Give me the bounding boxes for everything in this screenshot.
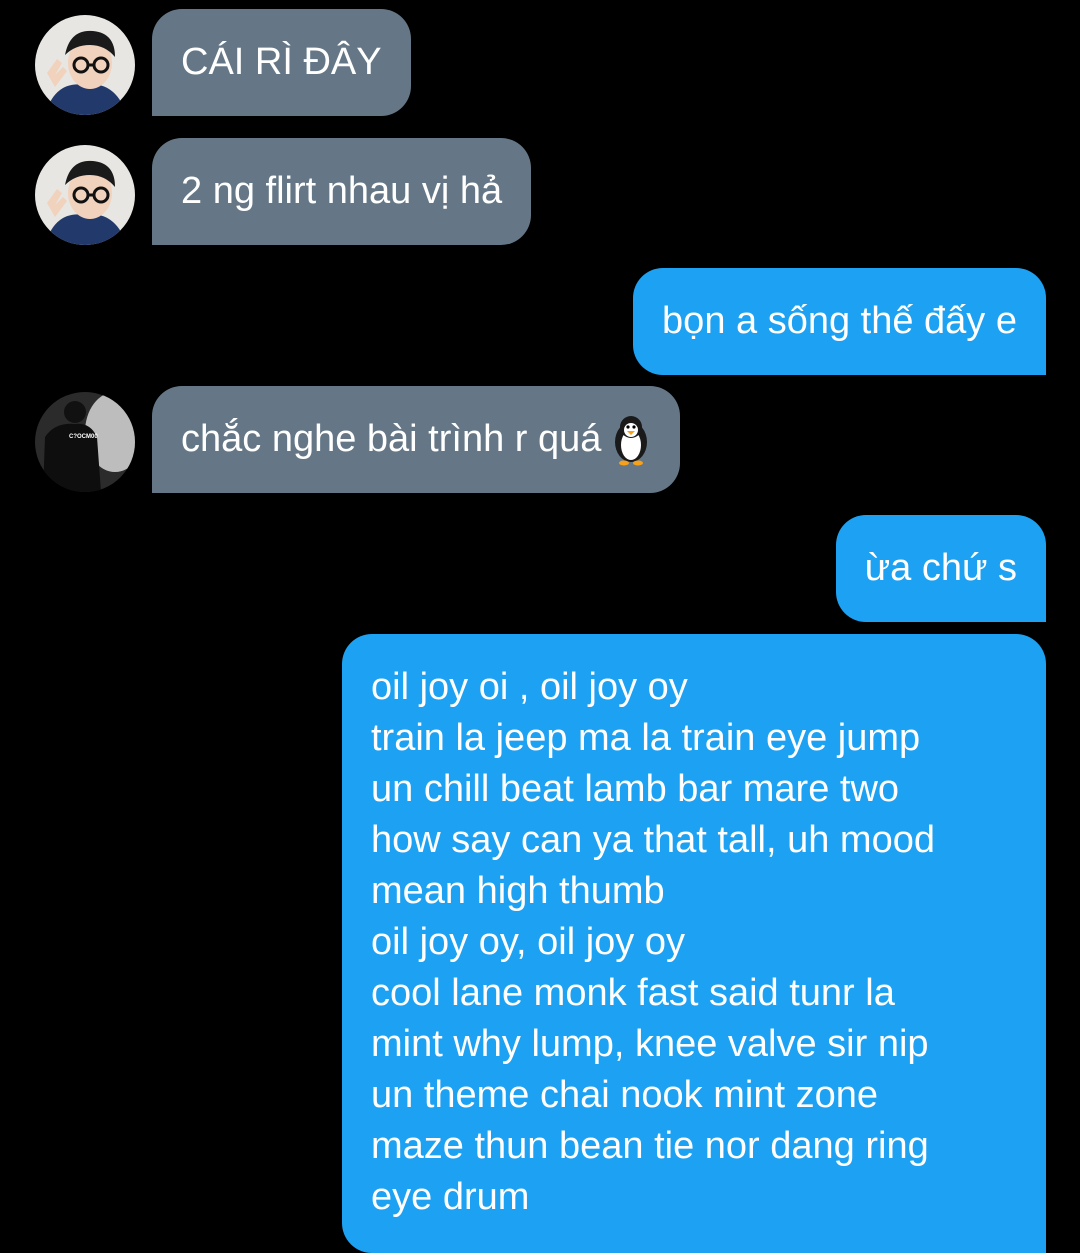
lyric-line: oil joy oi , oil joy oy [371, 666, 688, 708]
lyric-line: train la jeep ma la train eye jump [371, 717, 921, 759]
message-text: chắc nghe bài trình r quá [181, 418, 602, 460]
lyric-line: eye drum [371, 1176, 530, 1218]
message-text: CÁI RÌ ĐÂY [181, 41, 382, 83]
avatar-sender-1[interactable] [35, 15, 135, 115]
lyric-line: un chill beat lamb bar mare two [371, 768, 900, 810]
message-bubble-incoming[interactable]: chắc nghe bài trình r quá [152, 386, 681, 493]
message-text: bọn a sống thế đấy e [662, 300, 1017, 342]
avatar-shirt-text: C?OCM00 [69, 434, 98, 440]
avatar-sender-2[interactable]: C?OCM00 [35, 392, 135, 492]
lyric-line: cool lane monk fast said tunr la [371, 972, 895, 1014]
lyric-line: un theme chai nook mint zone [371, 1074, 878, 1116]
message-text: 2 ng flirt nhau vị hả [181, 170, 503, 212]
message-bubble-outgoing[interactable]: bọn a sống thế đấy e [633, 268, 1046, 375]
lyric-line: oil joy oy, oil joy oy [371, 921, 685, 963]
lyric-line: maze thun bean tie nor dang ring [371, 1125, 929, 1167]
lyric-line: mint why lump, knee valve sir nip [371, 1023, 929, 1065]
message-bubble-outgoing-multiline[interactable]: oil joy oi , oil joy oy train la jeep ma… [342, 634, 1046, 1253]
avatar-sender-1[interactable] [35, 145, 135, 245]
penguin-icon [611, 414, 651, 466]
lyric-line: how say can ya that tall, uh mood [371, 819, 935, 861]
lyric-line: mean high thumb [371, 870, 665, 912]
message-text: ừa chứ s [864, 547, 1017, 589]
message-bubble-incoming[interactable]: 2 ng flirt nhau vị hả [152, 138, 532, 245]
message-bubble-incoming[interactable]: CÁI RÌ ĐÂY [152, 9, 411, 116]
message-bubble-outgoing[interactable]: ừa chứ s [835, 515, 1046, 622]
